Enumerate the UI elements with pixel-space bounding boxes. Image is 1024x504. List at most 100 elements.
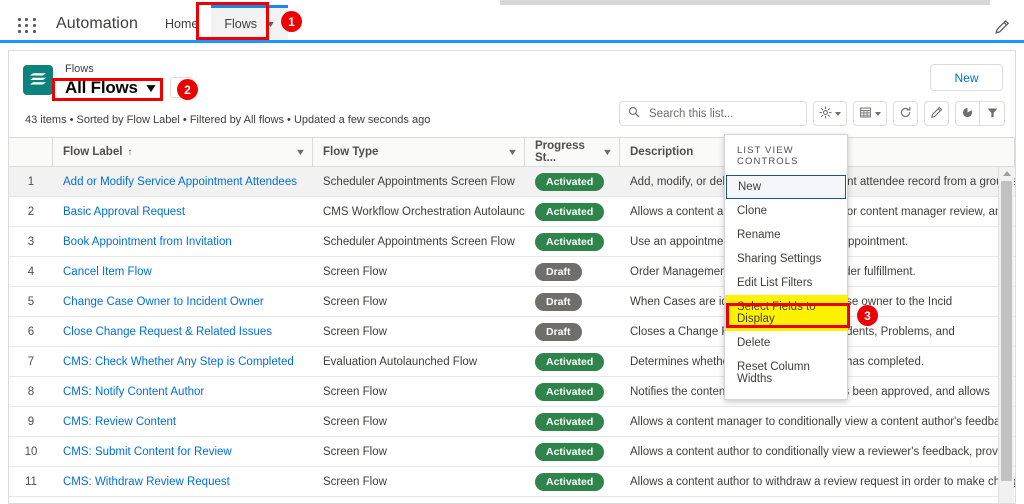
status-badge: Draft bbox=[535, 292, 582, 311]
menu-item-new[interactable]: New bbox=[726, 175, 846, 199]
cell-progress-status: Activated bbox=[525, 227, 620, 256]
table-row[interactable]: 1 Add or Modify Service Appointment Atten… bbox=[9, 167, 1015, 197]
menu-item-reset-column-widths[interactable]: Reset Column Widths bbox=[725, 355, 847, 391]
scroll-up-arrow-icon[interactable] bbox=[999, 167, 1014, 180]
cell-flow-label: Basic Approval Request bbox=[53, 197, 313, 226]
status-badge: Activated bbox=[535, 382, 605, 401]
flow-label-link[interactable]: CMS: Check Whether Any Step is Completed bbox=[63, 356, 294, 368]
cell-flow-type: Evaluation Autolaunched Flow bbox=[323, 355, 478, 368]
status-badge: Activated bbox=[535, 202, 605, 221]
search-input-wrapper[interactable] bbox=[619, 101, 807, 126]
row-number: 11 bbox=[25, 475, 37, 488]
table-header-rownum bbox=[9, 137, 53, 167]
menu-item-delete[interactable]: Delete bbox=[725, 331, 847, 355]
cell-flow-type: Scheduler Appointments Screen Flow bbox=[323, 235, 515, 248]
new-button[interactable]: New bbox=[930, 64, 1003, 91]
row-number: 4 bbox=[27, 265, 35, 278]
table-row[interactable]: 8 CMS: Notify Content Author Screen Flow Ac… bbox=[9, 377, 1015, 407]
cell-flow-type: Screen Flow bbox=[323, 445, 387, 458]
menu-item-clone[interactable]: Clone bbox=[725, 199, 847, 223]
cell-progress-status: Activated bbox=[525, 347, 620, 376]
table-row[interactable]: 12Create a CaseScreen Flow Activated bbox=[9, 497, 1015, 503]
app-launcher-grid-icon[interactable] bbox=[18, 18, 38, 34]
flow-label-link[interactable]: Add or Modify Service Appointment Attend… bbox=[63, 176, 297, 188]
table-row[interactable]: 10 CMS: Submit Content for Review Screen F… bbox=[9, 437, 1015, 467]
table-header-flow-label[interactable]: Flow Label ↑ ▼ bbox=[53, 137, 313, 167]
cell-flow-label: Book Appointment from Invitation bbox=[53, 227, 313, 256]
settings-button-group bbox=[813, 101, 847, 126]
cell-flow-type: Screen Flow bbox=[323, 325, 387, 338]
annotation-number-2: 2 bbox=[177, 79, 198, 100]
row-number: 1 bbox=[27, 175, 35, 188]
flow-label-link[interactable]: CMS: Submit Content for Review bbox=[63, 446, 232, 458]
chevron-down-icon[interactable]: ▼ bbox=[507, 147, 518, 157]
chevron-down-icon bbox=[875, 111, 881, 116]
search-input[interactable] bbox=[647, 106, 801, 121]
annotation-number-1: 1 bbox=[281, 11, 302, 32]
flow-label-link[interactable]: Basic Approval Request bbox=[63, 206, 185, 218]
list-view-header: Flows All Flows ▼ 43 items • Sorted by F… bbox=[9, 51, 1015, 137]
table-header-row: Flow Label ↑ ▼ Flow Type ▼ Progress St..… bbox=[9, 137, 1015, 167]
row-number: 6 bbox=[27, 325, 35, 338]
cell-flow-type: Screen Flow bbox=[323, 295, 387, 308]
cell-progress-status: Activated bbox=[525, 467, 620, 496]
table-row[interactable]: 2 Basic Approval Request CMS Workflow Orch… bbox=[9, 197, 1015, 227]
cell-flow-label: CMS: Submit Content for Review bbox=[53, 437, 313, 466]
cell-flow-type: Screen Flow bbox=[313, 497, 525, 503]
refresh-button[interactable] bbox=[893, 101, 918, 126]
cell-flow-type: Screen Flow bbox=[323, 475, 387, 488]
app-name-label: Automation bbox=[56, 15, 138, 32]
chevron-down-icon[interactable]: ▼ bbox=[295, 147, 306, 157]
cell-progress-status: Activated bbox=[525, 437, 620, 466]
status-badge: Activated bbox=[535, 232, 605, 251]
page-title[interactable]: All Flows bbox=[65, 78, 138, 98]
nav-item-home-label: Home bbox=[165, 17, 199, 31]
table-header-progress-status[interactable]: Progress St... ▼ bbox=[525, 137, 620, 167]
flow-label-link[interactable]: Change Case Owner to Incident Owner bbox=[63, 296, 264, 308]
table-row[interactable]: 3 Book Appointment from Invitation Schedul… bbox=[9, 227, 1015, 257]
flow-label-link[interactable]: Book Appointment from Invitation bbox=[63, 236, 232, 248]
row-number: 7 bbox=[27, 355, 35, 368]
gear-icon bbox=[819, 105, 832, 122]
cell-description: Allows a content author to conditionally… bbox=[630, 445, 1015, 458]
pie-chart-icon bbox=[961, 106, 974, 122]
nav-item-home[interactable]: Home bbox=[152, 5, 211, 40]
annotation-number-3: 3 bbox=[857, 305, 878, 326]
flow-label-link[interactable]: Cancel Item Flow bbox=[63, 266, 152, 278]
flow-label-link[interactable]: CMS: Withdraw Review Request bbox=[63, 476, 230, 488]
table-body: 1 Add or Modify Service Appointment Atten… bbox=[9, 167, 1015, 503]
table-header-flow-type[interactable]: Flow Type ▼ bbox=[313, 137, 525, 167]
pencil-icon[interactable] bbox=[994, 19, 1010, 35]
table-header-progress-status-text: Progress St... bbox=[535, 140, 585, 164]
filter-button[interactable] bbox=[980, 101, 1005, 126]
display-as-button[interactable] bbox=[853, 101, 887, 126]
menu-item-edit-list-filters[interactable]: Edit List Filters bbox=[725, 271, 847, 295]
cell-flow-label: CMS: Notify Content Author bbox=[53, 377, 313, 406]
flow-icon bbox=[23, 65, 53, 95]
flow-label-link[interactable]: CMS: Notify Content Author bbox=[63, 386, 204, 398]
table-row[interactable]: 9 CMS: Review Content Screen Flow Activated… bbox=[9, 407, 1015, 437]
menu-item-select-fields-to-display[interactable]: Select Fields to Display bbox=[725, 295, 847, 331]
table-row[interactable]: 4 Cancel Item Flow Screen Flow Draft Order M… bbox=[9, 257, 1015, 287]
flow-label-link[interactable]: Close Change Request & Related Issues bbox=[63, 326, 272, 338]
charts-button[interactable] bbox=[955, 101, 980, 126]
row-number: 10 bbox=[24, 445, 38, 458]
scrollbar-thumb[interactable] bbox=[1001, 181, 1012, 481]
table-row[interactable]: 7 CMS: Check Whether Any Step is Complete… bbox=[9, 347, 1015, 377]
status-badge: Activated bbox=[535, 502, 605, 503]
cell-flow-type: Screen Flow bbox=[323, 265, 387, 278]
menu-item-rename[interactable]: Rename bbox=[725, 223, 847, 247]
nav-item-flows[interactable]: Flows ▼ bbox=[211, 5, 288, 40]
list-view-meta: 43 items • Sorted by Flow Label • Filter… bbox=[25, 114, 431, 126]
cell-flow-label: Add or Modify Service Appointment Attend… bbox=[53, 167, 313, 196]
list-view-controls-button[interactable] bbox=[813, 101, 847, 126]
chevron-down-icon[interactable]: ▼ bbox=[143, 81, 158, 95]
cell-description: Allows a content manager to conditionall… bbox=[630, 415, 1015, 428]
menu-item-sharing-settings[interactable]: Sharing Settings bbox=[725, 247, 847, 271]
chevron-down-icon[interactable]: ▼ bbox=[602, 147, 613, 157]
edit-button[interactable] bbox=[924, 101, 949, 126]
table-vertical-scrollbar[interactable] bbox=[998, 167, 1014, 503]
flow-label-link[interactable]: CMS: Review Content bbox=[63, 416, 176, 428]
table-row[interactable]: 11 CMS: Withdraw Review Request Screen Flo… bbox=[9, 467, 1015, 497]
row-number: 5 bbox=[27, 295, 35, 308]
